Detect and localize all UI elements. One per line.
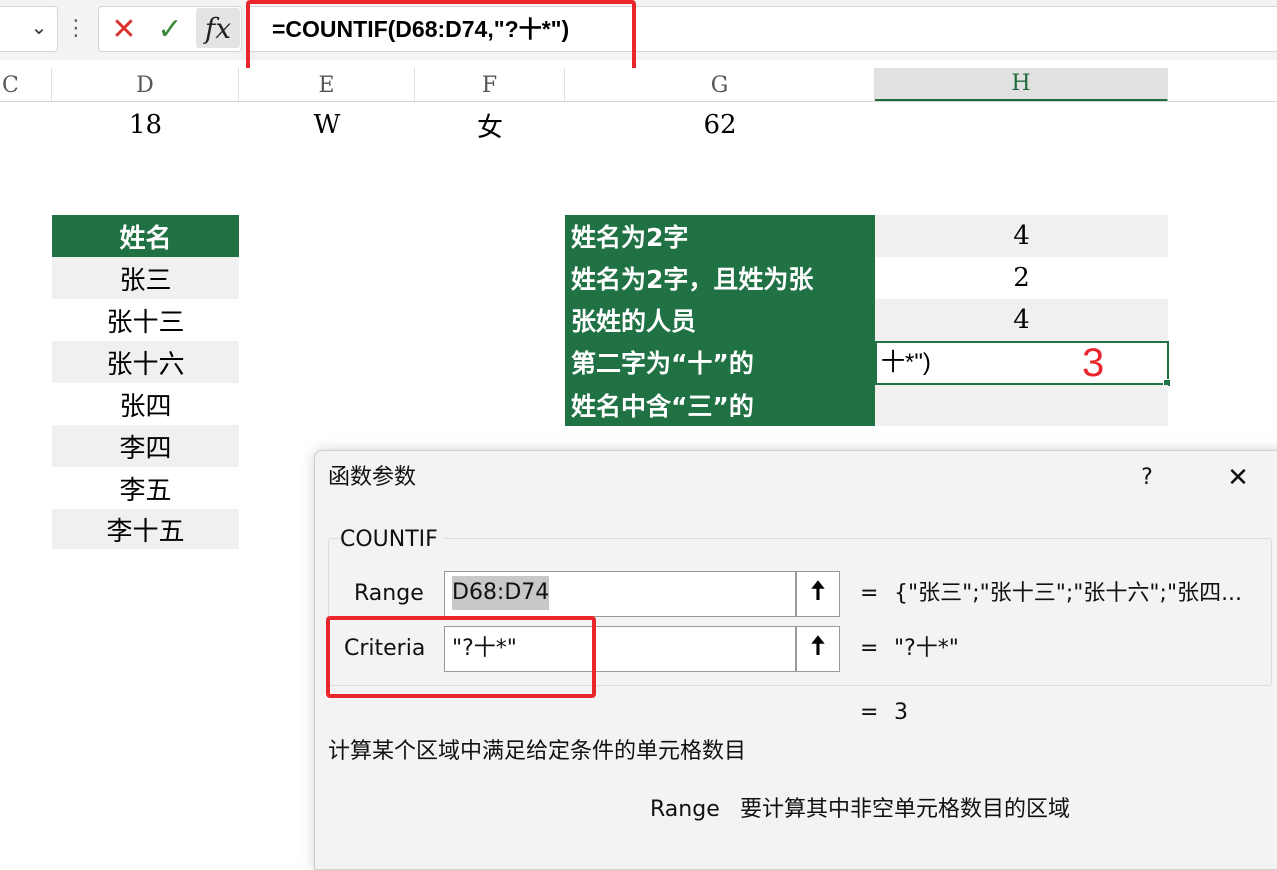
- list-item[interactable]: 张三: [52, 257, 239, 299]
- result-annotation: 3: [1082, 341, 1105, 385]
- column-header-g[interactable]: G: [565, 68, 875, 102]
- enter-check-icon[interactable]: ✓: [152, 12, 188, 47]
- column-header-d[interactable]: D: [52, 68, 239, 102]
- close-icon[interactable]: ✕: [1220, 460, 1256, 496]
- list-item[interactable]: 李四: [52, 425, 239, 467]
- cell-g-value[interactable]: 62: [565, 104, 875, 146]
- list-item[interactable]: 张十六: [52, 341, 239, 383]
- summary-label[interactable]: 姓名为2字: [565, 215, 875, 257]
- upload-arrow-icon: 🠅: [810, 576, 826, 606]
- summary-value[interactable]: 4: [875, 299, 1168, 341]
- function-description: 计算某个区域中满足给定条件的单元格数目: [328, 739, 747, 764]
- summary-value[interactable]: 4: [875, 215, 1168, 257]
- summary-label[interactable]: 姓名中含“三”的: [565, 383, 875, 426]
- result-equals: =: [860, 700, 879, 725]
- column-header-h[interactable]: H: [875, 68, 1168, 102]
- upload-arrow-icon: 🠅: [810, 631, 826, 661]
- range-input-value: D68:D74: [452, 576, 550, 610]
- help-icon[interactable]: ?: [1132, 462, 1162, 494]
- list-item[interactable]: 李十五: [52, 509, 239, 549]
- argument-name: Range: [650, 797, 720, 822]
- list-item[interactable]: 李五: [52, 467, 239, 509]
- range-collapse-button[interactable]: 🠅: [796, 571, 840, 617]
- criteria-result: "?十*": [894, 636, 959, 661]
- cell-d-value[interactable]: 18: [52, 104, 239, 146]
- dialog-title: 函数参数: [328, 465, 417, 490]
- range-label: Range: [354, 581, 424, 606]
- cell-f-value[interactable]: 女: [415, 104, 565, 146]
- summary-label[interactable]: 张姓的人员: [565, 299, 875, 341]
- cell-e-value[interactable]: W: [239, 104, 415, 146]
- column-header-f[interactable]: F: [415, 68, 565, 102]
- more-options-icon[interactable]: ⋮: [65, 10, 87, 46]
- function-name: COUNTIF: [340, 524, 444, 556]
- argument-description: 要计算其中非空单元格数目的区域: [740, 797, 1071, 822]
- summary-label[interactable]: 第二字为“十”的: [565, 341, 875, 383]
- header-divider: [0, 101, 1277, 102]
- summary-label[interactable]: 姓名为2字，且姓为张: [565, 257, 875, 299]
- summary-value[interactable]: 2: [875, 257, 1168, 299]
- list-item[interactable]: 张十三: [52, 299, 239, 341]
- criteria-collapse-button[interactable]: 🠅: [796, 626, 840, 672]
- highlight-box-criteria: [326, 616, 596, 698]
- chevron-down-icon[interactable]: ⌄: [24, 12, 54, 42]
- summary-value[interactable]: [875, 385, 1168, 426]
- list-item[interactable]: 张四: [52, 383, 239, 425]
- formula-result: 3: [894, 700, 908, 725]
- column-header-e[interactable]: E: [239, 68, 415, 102]
- cell-edit-text: 十*"): [881, 349, 931, 376]
- insert-function-button[interactable]: fx: [196, 8, 240, 48]
- column-header-c[interactable]: C: [0, 68, 52, 102]
- criteria-equals: =: [860, 636, 879, 661]
- range-result: {"张三";"张十三";"张十六";"张四...: [894, 581, 1243, 606]
- cancel-icon[interactable]: ✕: [108, 12, 140, 47]
- names-header[interactable]: 姓名: [52, 215, 239, 257]
- range-equals: =: [860, 581, 879, 606]
